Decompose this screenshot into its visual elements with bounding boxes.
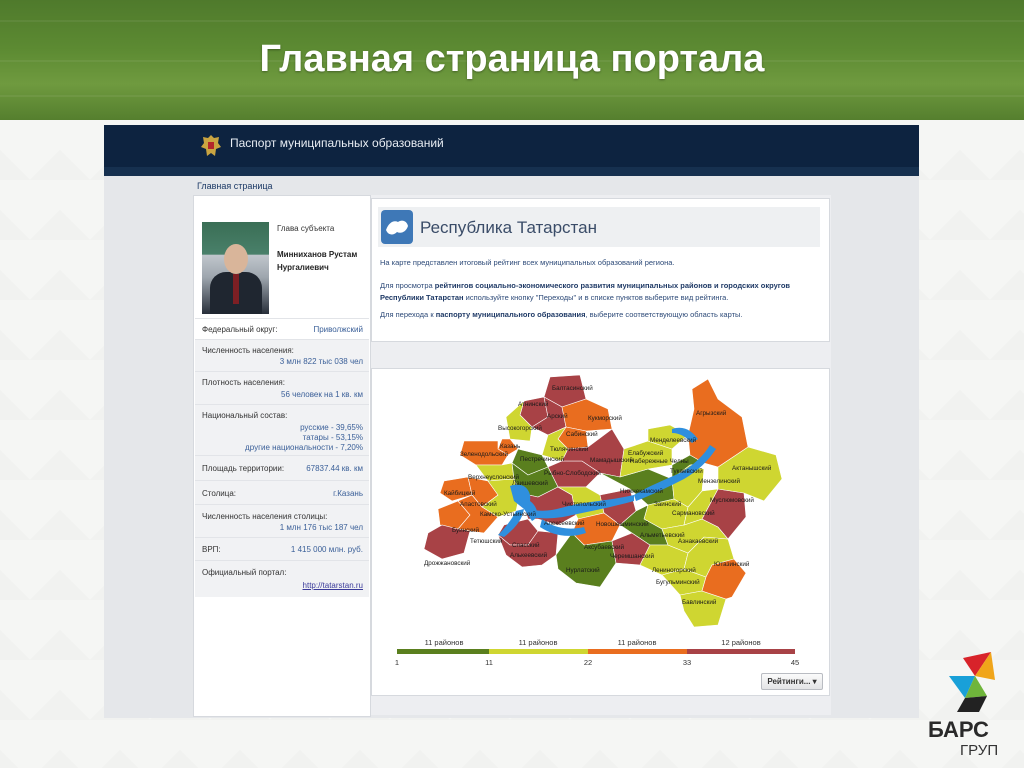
row-district: Федеральный округ: Приволжский: [195, 318, 369, 339]
region-info-box: Республика Татарстан На карте представле…: [371, 198, 830, 342]
map-district-label: Актанышский: [732, 464, 772, 472]
head-name: Минниханов Рустам Нургалиевич: [277, 250, 358, 272]
map-district-label: Бугульминский: [656, 578, 700, 586]
legend-group-2: 11 районов: [519, 638, 558, 647]
row-capital-population: Численность населения столицы: 1 млн 176…: [195, 504, 369, 537]
legend-segment: [687, 649, 795, 654]
map-district-label: Рыбно-Слободский: [544, 469, 601, 477]
map-district-label: Лениногорский: [652, 566, 696, 574]
rating-map-panel: Балтасинский Атнинский Арский Кукморский Саб…: [371, 368, 830, 696]
row-grp: ВРП: 1 415 000 млн. руб.: [195, 537, 369, 560]
map-district-label: Алькеевский: [510, 551, 548, 559]
map-district-label: Дрожжановский: [424, 559, 471, 567]
portal-screenshot: Паспорт муниципальных образований Главна…: [104, 125, 919, 718]
region-intro-text: На карте представлен итоговый рейтинг вс…: [380, 258, 675, 267]
map-district-label: Нурлатский: [566, 566, 600, 574]
portal-header: Паспорт муниципальных образований: [104, 125, 919, 167]
region-profile-panel: Глава субъекта Минниханов Рустам Нургали…: [193, 195, 371, 717]
map-district-label: Атнинский: [518, 400, 549, 408]
legend-tick: 45: [791, 658, 799, 667]
map-district-label: Набережные Челны: [630, 457, 689, 465]
row-area: Площадь территории: 67837.44 кв. км: [195, 455, 369, 480]
map-district-label: Апастовский: [460, 500, 497, 508]
map-district-label: Новошешминский: [596, 520, 649, 528]
map-district-label: Пестречинский: [520, 455, 565, 463]
tatarstan-map-icon: [381, 210, 413, 244]
map-district-label: Тукаевский: [670, 467, 703, 475]
row-population: Численность населения: 3 млн 822 тыс 038…: [195, 339, 369, 371]
legend-tick: 33: [683, 658, 691, 667]
map-district-label: Нижнекамский: [620, 487, 663, 495]
map-district-label: Аксубаевский: [584, 543, 625, 551]
breadcrumb[interactable]: Главная страница: [197, 181, 273, 191]
logo-text: БАРС: [928, 717, 989, 742]
map-district-label: Чистопольский: [562, 500, 606, 508]
map-district-label: Алексеевский: [544, 519, 585, 527]
map-district-label: Казань: [500, 443, 521, 450]
map-district-label: Камско-Устьинский: [480, 510, 536, 518]
map-district-label: Мензелинский: [698, 477, 740, 485]
row-portal: Официальный портал: http://tatarstan.ru: [195, 560, 369, 597]
legend-group-3: 11 районов: [618, 638, 657, 647]
map-district-label: Заинский: [654, 500, 682, 508]
map-district-label: Тюлячинский: [550, 445, 589, 453]
row-density: Плотность населения: 56 человек на 1 кв.…: [195, 371, 369, 404]
map-district-label: Агрызский: [696, 409, 727, 417]
map-district-label: Черемшанский: [610, 552, 654, 560]
legend-tick: 11: [485, 658, 493, 667]
logo-subtext: ГРУП: [960, 742, 999, 759]
region-ratings-text: Для просмотра рейтингов социально-эконом…: [380, 281, 791, 302]
legend-segment: [489, 649, 588, 654]
map-district-label: Высокогорский: [498, 424, 542, 432]
coat-of-arms-icon: [201, 135, 221, 156]
map-district-label: Елабужский: [628, 449, 664, 457]
official-portal-link[interactable]: http://tatarstan.ru: [303, 581, 363, 590]
rating-map[interactable]: БалтасинскийАтнинский Арский Кукморский Саб…: [372, 369, 829, 695]
bars-group-logo-icon: [949, 652, 995, 712]
map-district-label: Сармановский: [672, 509, 715, 517]
map-district-label: Азнакаевский: [678, 537, 719, 545]
ratings-dropdown-button[interactable]: Рейтинги... ▾: [761, 673, 823, 690]
map-district-label: Мамадышский: [590, 456, 633, 464]
row-ethnic: Национальный состав: русские - 39,65% та…: [195, 404, 369, 455]
map-district-label: Ютазинский: [714, 560, 750, 568]
row-capital: Столица: г.Казань: [195, 480, 369, 504]
rating-legend: 11 районов 11 районов 11 районов 12 райо…: [395, 638, 799, 667]
region-title: Республика Татарстан: [420, 218, 597, 237]
region-header: Республика Татарстан: [378, 207, 820, 247]
region-passport-text: Для перехода к паспорту муниципального о…: [380, 310, 743, 319]
slide-title: Главная страница портала: [259, 38, 765, 80]
map-district-label: Балтасинский: [552, 384, 593, 392]
legend-group-1: 11 районов: [425, 638, 464, 647]
map-district-label: Менделеевский: [650, 436, 697, 444]
map-district-label: Сабинский: [566, 430, 598, 438]
map-district-label: Бавлинский: [682, 598, 717, 606]
map-district-label: Арский: [547, 412, 568, 420]
legend-segment: [588, 649, 687, 654]
portal-title: Паспорт муниципальных образований: [230, 136, 444, 150]
map-district-label: Муслюмовский: [710, 496, 754, 504]
governor-photo: [202, 222, 269, 314]
head-label: Глава субъекта: [277, 224, 335, 233]
map-district-label: Кукморский: [588, 414, 622, 422]
legend-tick: 1: [395, 658, 399, 667]
map-district-label: Кайбицкий: [444, 489, 476, 497]
map-district-label: Спасский: [512, 541, 540, 549]
legend-segment: [397, 649, 489, 654]
map-district-label: Тетюшский: [470, 537, 503, 545]
region-main-panel: Республика Татарстан На карте представле…: [371, 195, 831, 715]
map-district-label: Лаишевский: [512, 479, 548, 487]
legend-tick: 22: [584, 658, 592, 667]
map-district-label: Зеленодольский: [460, 450, 509, 458]
legend-group-4: 12 районов: [721, 638, 760, 647]
map-district-label: Буинский: [452, 526, 480, 534]
